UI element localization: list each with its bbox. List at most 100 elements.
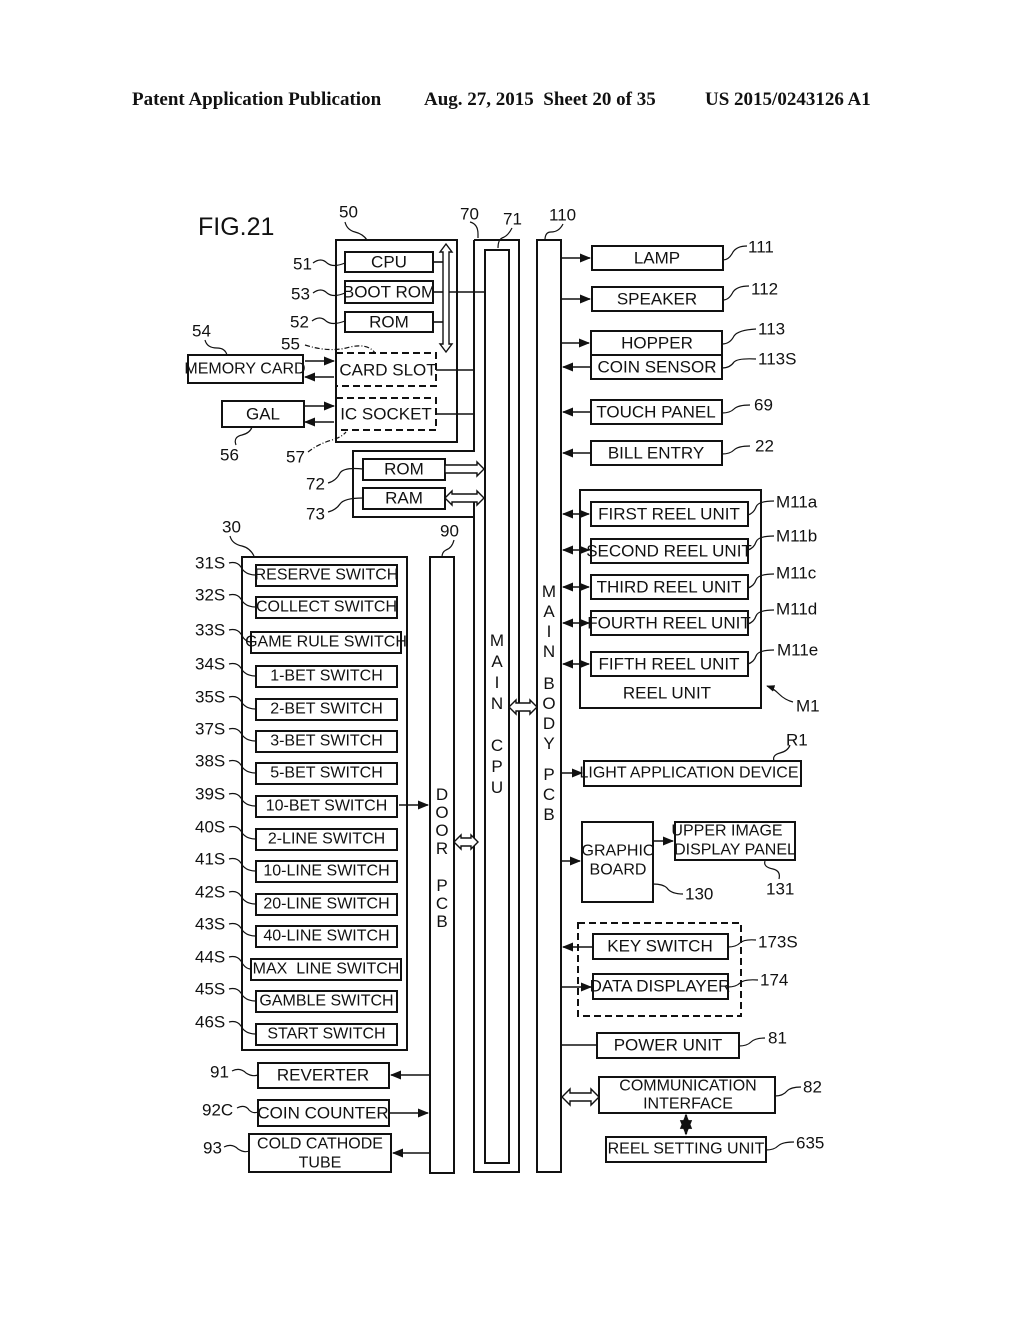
coin-counter-label: COIN COUNTER [257,1104,388,1123]
reel-unit-label: REEL UNIT [623,684,711,703]
switch-ref: 35S [195,688,225,707]
fifth-reel-label: FIFTH REEL UNIT [598,655,739,674]
ref-70: 70 [460,205,479,224]
switch-ref: 31S [195,554,225,573]
reel-setting-label: REEL SETTING UNIT [608,1141,765,1158]
ref-71: 71 [503,210,522,229]
hopper-label: HOPPER [621,334,693,353]
switch-label: RESERVE SWITCH [255,567,399,584]
ref-90: 90 [440,522,459,541]
ref-73: 73 [306,505,325,524]
svg-text:B: B [543,805,554,824]
ref-57: 57 [286,448,305,467]
switch-label: GAME RULE SWITCH [245,634,407,651]
ref-81: 81 [768,1029,787,1048]
fourth-reel-label: FOURTH REEL UNIT [587,614,750,633]
switch-ref: 37S [195,720,225,739]
switch-ref: 41S [195,850,225,869]
ic-socket-label: IC SOCKET [340,405,432,424]
switch-ref: 45S [195,980,225,999]
svg-text:N: N [543,642,555,661]
svg-text:O: O [435,803,448,822]
speaker-label: SPEAKER [617,290,697,309]
svg-text:R: R [436,839,448,858]
ref-m11a: M11a [776,493,818,512]
switch-label: 10-BET SWITCH [266,798,388,815]
svg-text:U: U [491,778,503,797]
ref-131: 131 [766,880,794,899]
ref-50: 50 [339,203,358,222]
svg-text:B: B [436,912,447,931]
ref-56: 56 [220,446,239,465]
graphic-board-label-1: GRAPHIC [582,843,655,860]
ref-69: 69 [754,396,773,415]
ref-173s: 173S [758,933,798,952]
switch-ref: 43S [195,915,225,934]
graphic-board-label-2: BOARD [590,862,647,879]
ref-93: 93 [203,1139,222,1158]
switch-label: COLLECT SWITCH [256,599,397,616]
ref-112: 112 [751,280,778,299]
ref-92c: 92C [202,1101,233,1120]
memory-card-label: MEMORY CARD [184,361,305,378]
svg-text:I: I [495,673,500,692]
svg-text:C: C [543,785,555,804]
ref-52: 52 [290,313,309,332]
ref-m11e: M11e [777,641,818,660]
svg-text:B: B [543,674,554,693]
second-reel-label: SECOND REEL UNIT [586,542,752,561]
switch-label: 20-LINE SWITCH [263,896,389,913]
switch-ref: 46S [195,1013,225,1032]
key-switch-label: KEY SWITCH [607,937,712,956]
switch-ref: 38S [195,752,225,771]
upper-display-label-1: UPPER IMAGE [671,823,782,840]
switch-label: 2-BET SWITCH [270,701,383,718]
svg-text:P: P [543,765,554,784]
ref-54: 54 [192,322,211,341]
ref-72: 72 [306,475,325,494]
switch-ref: 34S [195,655,225,674]
cpu-mainbody-arrow [508,698,538,716]
switch-label: START SWITCH [267,1026,385,1043]
reverter-label: REVERTER [277,1066,369,1085]
switch-label: 1-BET SWITCH [270,668,383,685]
card-slot-label: CARD SLOT [339,361,436,380]
cpu-label: CPU [371,253,407,272]
switch-label: GAMBLE SWITCH [259,993,393,1010]
ref-174: 174 [760,971,788,990]
cold-cathode-label-1: COLD CATHODE [257,1136,383,1153]
svg-text:P: P [491,757,502,776]
svg-text:P: P [436,876,447,895]
switch-ref: 42S [195,883,225,902]
light-device-label: LIGHT APPLICATION DEVICE [579,765,798,782]
comm-mainbody-arrow [561,1087,600,1107]
switch-ref: 39S [195,785,225,804]
coin-sensor-label: COIN SENSOR [597,358,716,377]
comm-interface-label-1: COMMUNICATION [619,1078,756,1095]
svg-text:A: A [543,602,555,621]
svg-text:I: I [547,622,552,641]
switch-label: 40-LINE SWITCH [263,928,389,945]
switch-ref: 40S [195,818,225,837]
ref-113: 113 [758,320,785,339]
switch-label: 10-LINE SWITCH [263,863,389,880]
ref-55: 55 [281,335,300,354]
svg-text:D: D [543,714,555,733]
ref-113s: 113S [758,350,796,369]
ref-82: 82 [803,1078,822,1097]
svg-text:M: M [490,631,504,650]
switch-ref: 32S [195,586,225,605]
block-diagram: FIG.21 50 CPU BOOT ROM ROM 51 53 52 CARD… [184,203,824,1174]
ref-30: 30 [222,518,241,537]
data-displayer-label: DATA DISPLAYER [590,977,731,996]
ref-m1: M1 [796,697,820,716]
first-reel-label: FIRST REEL UNIT [598,505,740,524]
switch-label: 3-BET SWITCH [270,733,383,750]
ref-91: 91 [210,1063,229,1082]
svg-text:C: C [436,894,448,913]
ref-111: 111 [748,238,774,257]
ref-m11c: M11c [776,564,817,583]
rom-72-label: ROM [384,460,424,479]
svg-text:O: O [542,694,555,713]
ref-m11b: M11b [776,527,817,546]
